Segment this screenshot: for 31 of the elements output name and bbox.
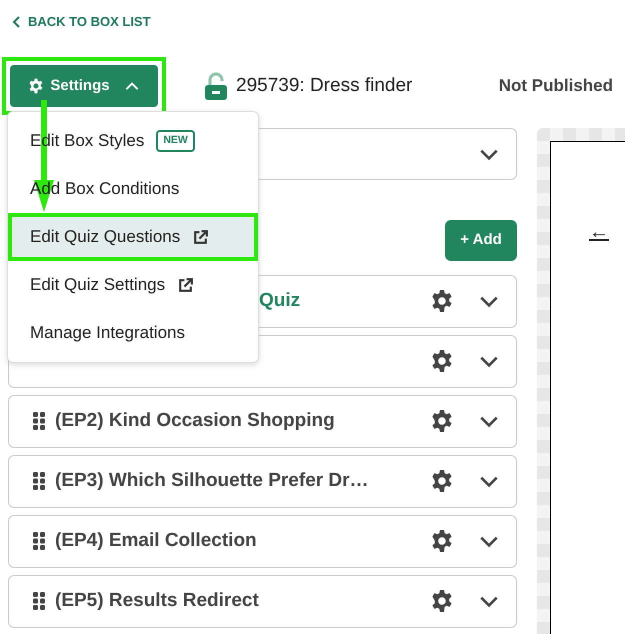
new-badge: NEW [156,130,195,152]
publish-status: Not Published [498,75,613,97]
gear-icon [430,409,454,434]
box-title: 295739: Dress finder [236,74,412,98]
step-row[interactable]: (EP4) Email Collection [8,514,517,568]
drag-handle-icon[interactable] [33,412,45,430]
menu-item[interactable]: Edit Quiz Questions [8,213,258,261]
gear-icon [430,349,454,374]
step-title: (EP5) Results Redirect [55,589,259,613]
gear-icon [28,78,44,94]
step-row[interactable]: (EP5) Results Redirect [8,574,517,628]
gear-icon [430,529,454,554]
settings-button[interactable]: Settings [10,64,158,107]
back-link[interactable]: BACK TO BOX LIST [12,12,151,32]
drag-handle-icon[interactable] [33,472,45,490]
step-title: (EP3) Which Silhouette Prefer Dr… [55,469,369,493]
drag-handle-icon[interactable] [33,592,45,610]
add-button[interactable]: + Add [445,220,517,261]
step-row[interactable]: (EP3) Which Silhouette Prefer Dr… [8,454,517,508]
step-title: (EP4) Email Collection [55,529,257,553]
gear-icon [430,289,454,314]
gear-icon [430,589,454,614]
step-title: (EP2) Kind Occasion Shopping [55,409,335,433]
preview-link[interactable]: ← [589,220,609,243]
back-chevron-icon [12,16,22,28]
gear-icon [430,469,454,494]
drag-handle-icon[interactable] [33,532,45,550]
step-title: Quiz [259,289,300,313]
step-row[interactable]: (EP2) Kind Occasion Shopping [8,394,517,448]
external-link-icon [192,228,210,246]
external-link-icon [177,276,194,294]
